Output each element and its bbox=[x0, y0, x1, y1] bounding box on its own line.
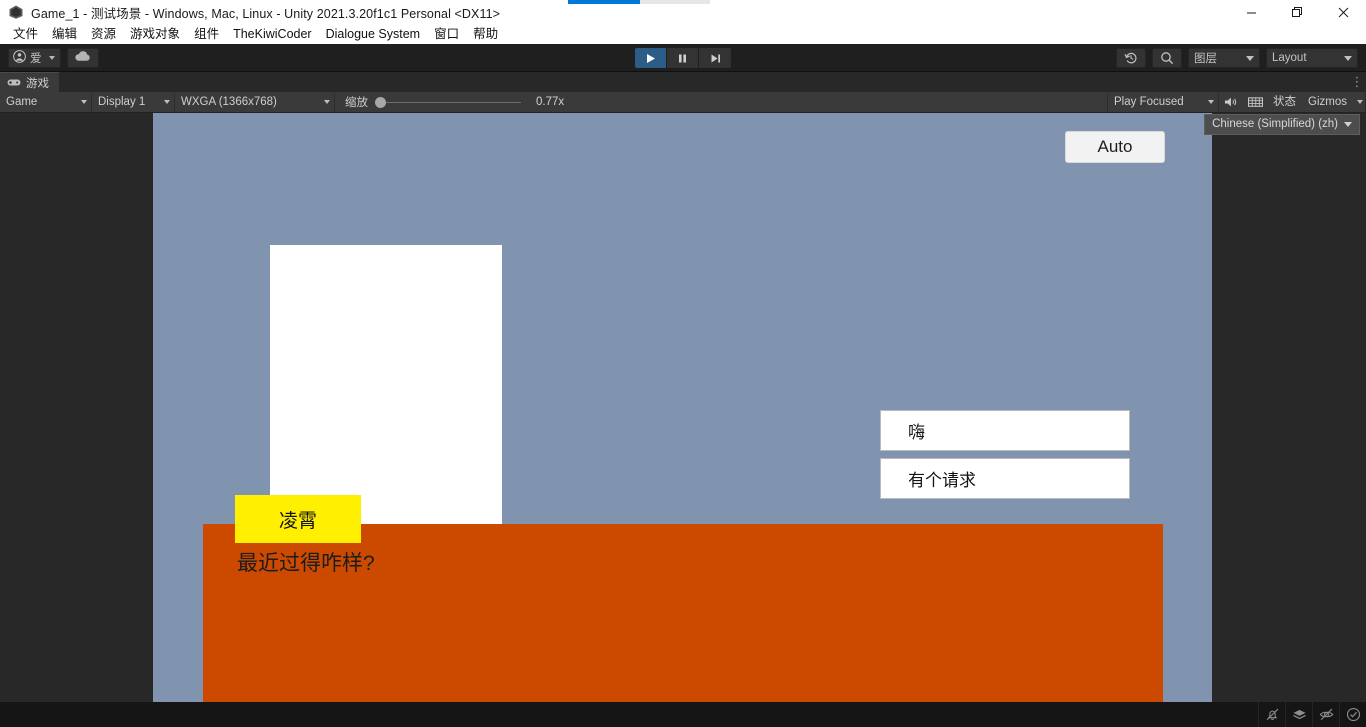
speaker-nameplate: 凌霄 bbox=[235, 495, 361, 543]
chevron-down-icon bbox=[1246, 55, 1254, 61]
menu-item-window[interactable]: 窗口 bbox=[427, 24, 466, 44]
auto-button[interactable]: Auto bbox=[1065, 131, 1165, 163]
game-view-toolbar-right: Play Focused 状态 Gizmos bbox=[1107, 92, 1366, 113]
scale-control: 缩放 0.77x bbox=[335, 94, 564, 110]
check-circle-icon[interactable] bbox=[1339, 702, 1366, 727]
account-label: 爱 bbox=[30, 52, 42, 65]
dialogue-choice-0[interactable]: 嗨 bbox=[880, 410, 1130, 451]
eye-slash-icon[interactable] bbox=[1312, 702, 1339, 727]
layers-dropdown[interactable]: 图层 bbox=[1188, 48, 1260, 68]
view-mode-label: Game bbox=[6, 96, 38, 108]
top-progress-strip bbox=[0, 0, 1366, 4]
scale-value: 0.77x bbox=[536, 96, 565, 108]
history-undo-icon[interactable] bbox=[1116, 48, 1146, 68]
stats-grid-icon[interactable] bbox=[1243, 93, 1267, 112]
menu-item-gameobject[interactable]: 游戏对象 bbox=[123, 24, 187, 44]
menu-item-edit[interactable]: 编辑 bbox=[45, 24, 84, 44]
menu-item-help[interactable]: 帮助 bbox=[466, 24, 505, 44]
chevron-down-icon bbox=[1344, 121, 1352, 127]
progress-fill bbox=[568, 0, 640, 4]
pause-button[interactable] bbox=[667, 48, 699, 68]
cloud-services-button[interactable] bbox=[66, 47, 99, 68]
ime-label: Chinese (Simplified) (zh) bbox=[1212, 118, 1338, 130]
layout-dropdown[interactable]: Layout bbox=[1266, 48, 1358, 68]
menu-item-assets[interactable]: 资源 bbox=[84, 24, 123, 44]
tab-game[interactable]: 游戏 bbox=[0, 72, 59, 92]
chevron-down-icon bbox=[324, 100, 330, 104]
unity-logo-icon bbox=[8, 4, 24, 20]
resolution-dropdown[interactable]: WXGA (1366x768) bbox=[175, 92, 335, 112]
menu-item-dialogue-system[interactable]: Dialogue System bbox=[319, 24, 428, 44]
resolution-label: WXGA (1366x768) bbox=[181, 96, 277, 108]
stats-button[interactable]: 状态 bbox=[1267, 93, 1302, 112]
chevron-down-icon bbox=[164, 100, 170, 104]
status-bar bbox=[0, 702, 1366, 727]
dialogue-choice-list: 嗨 有个请求 bbox=[880, 410, 1130, 506]
search-icon[interactable] bbox=[1152, 48, 1182, 68]
play-controls bbox=[635, 48, 731, 68]
person-icon bbox=[13, 49, 26, 66]
tab-strip-filler bbox=[59, 72, 1348, 92]
dialogue-text: 最近过得咋样? bbox=[237, 552, 375, 575]
toolbar-right-group: 图层 Layout bbox=[1116, 48, 1358, 68]
mute-audio-icon[interactable] bbox=[1219, 93, 1243, 112]
ime-language-indicator[interactable]: Chinese (Simplified) (zh) bbox=[1204, 114, 1360, 135]
collapse-layers-icon[interactable] bbox=[1285, 702, 1312, 727]
cloud-icon bbox=[74, 49, 91, 67]
dialogue-choice-1[interactable]: 有个请求 bbox=[880, 458, 1130, 499]
menu-item-thekiwicoder[interactable]: TheKiwiCoder bbox=[226, 24, 319, 44]
step-button[interactable] bbox=[699, 48, 731, 68]
character-portrait bbox=[270, 245, 502, 526]
status-bar-icons bbox=[1258, 702, 1366, 727]
layers-label: 图层 bbox=[1194, 53, 1217, 65]
play-focused-label: Play Focused bbox=[1114, 96, 1184, 108]
window-title: Game_1 - 测试场景 - Windows, Mac, Linux - Un… bbox=[31, 6, 501, 21]
chevron-down-icon bbox=[1344, 55, 1352, 61]
menu-bar: 文件 编辑 资源 游戏对象 组件 TheKiwiCoder Dialogue S… bbox=[0, 24, 1366, 44]
unity-editor-window: Game_1 - 测试场景 - Windows, Mac, Linux - Un… bbox=[0, 0, 1366, 727]
game-view-toolbar: Game Display 1 WXGA (1366x768) 缩放 0.77x … bbox=[0, 92, 1366, 113]
chevron-down-icon bbox=[81, 100, 87, 104]
display-dropdown[interactable]: Display 1 bbox=[92, 92, 175, 112]
account-button[interactable]: 爱 bbox=[8, 47, 61, 68]
play-focused-dropdown[interactable]: Play Focused bbox=[1107, 92, 1220, 112]
gamepad-icon bbox=[7, 78, 21, 87]
scale-slider[interactable] bbox=[375, 96, 521, 108]
tab-game-label: 游戏 bbox=[26, 77, 49, 90]
gizmos-dropdown[interactable]: Gizmos bbox=[1302, 92, 1366, 112]
mute-bell-icon[interactable] bbox=[1258, 702, 1285, 727]
layout-label: Layout bbox=[1272, 52, 1307, 64]
scale-label: 缩放 bbox=[345, 97, 368, 109]
scale-slider-handle[interactable] bbox=[375, 96, 386, 108]
game-view-canvas[interactable]: Auto 嗨 有个请求 凌霄 最近过得咋样? bbox=[153, 113, 1212, 702]
chevron-down-icon bbox=[1208, 100, 1215, 104]
view-mode-dropdown[interactable]: Game bbox=[0, 92, 92, 112]
gizmos-label: Gizmos bbox=[1308, 96, 1347, 108]
chevron-down-icon bbox=[1357, 100, 1363, 104]
chevron-down-icon bbox=[48, 55, 55, 60]
play-button[interactable] bbox=[635, 48, 667, 68]
menu-item-component[interactable]: 组件 bbox=[187, 24, 226, 44]
menu-item-file[interactable]: 文件 bbox=[6, 24, 45, 44]
kebab-menu-icon[interactable]: ⋮ bbox=[1348, 72, 1366, 92]
display-label: Display 1 bbox=[98, 96, 146, 108]
scale-slider-rail bbox=[375, 101, 521, 103]
panel-tab-strip: 游戏 ⋮ bbox=[0, 72, 1366, 92]
